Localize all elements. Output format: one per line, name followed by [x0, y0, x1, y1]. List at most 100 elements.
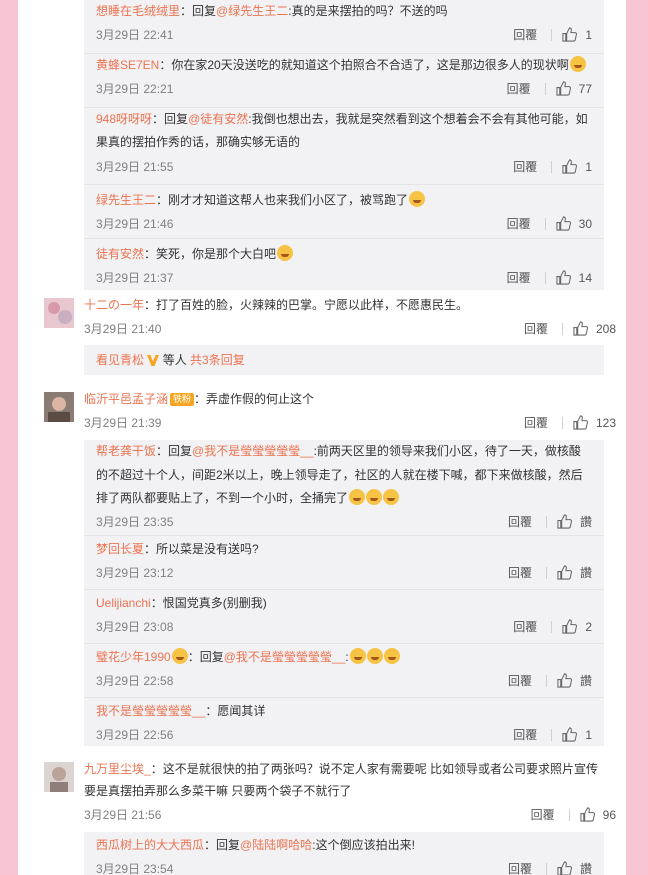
more-replies-mid: 等人 — [159, 353, 191, 367]
divider — [545, 566, 547, 579]
comment: 临沂平邑孟子涵 铁粉 ：弄虚作假的何止这个 3月29日 21:39 回覆 123 — [44, 390, 616, 434]
thumbs-up-icon[interactable] — [557, 565, 572, 580]
reply-button[interactable]: 回覆 — [507, 80, 531, 97]
thumbs-up-icon[interactable] — [557, 861, 572, 875]
thumbs-up-icon[interactable] — [557, 514, 572, 529]
timestamp: 3月29日 23:35 — [96, 515, 174, 529]
reply-button[interactable]: 回覆 — [508, 564, 532, 581]
user-name[interactable]: 绿先生王二 — [96, 193, 156, 207]
divider — [551, 28, 553, 41]
reply-prefix: 回复 — [164, 112, 189, 126]
divider — [561, 416, 563, 429]
like-count: 讚 — [579, 674, 592, 688]
mention-link[interactable]: @徒有安然 — [188, 112, 248, 126]
divider — [544, 217, 546, 230]
user-name[interactable]: 梦回长夏 — [96, 542, 144, 556]
separator: ： — [187, 650, 200, 664]
user-name[interactable]: 黄蜂SE7EN — [96, 58, 159, 72]
user-name[interactable]: 看见青松 — [96, 353, 144, 367]
user-name[interactable]: 我不是瑩瑩瑩瑩瑩__ — [96, 704, 205, 718]
reply-button[interactable]: 回覆 — [507, 215, 531, 232]
separator: ： — [150, 596, 163, 610]
like-count: 96 — [602, 807, 616, 822]
timestamp: 3月29日 22:58 — [96, 674, 174, 688]
thumbs-up-icon[interactable] — [573, 415, 588, 430]
user-name[interactable]: 帮老龚干饭 — [96, 444, 156, 458]
reply-button[interactable]: 回覆 — [524, 320, 548, 337]
user-name[interactable]: 想睡在毛绒绒里 — [96, 4, 180, 18]
reply-prefix: 回复 — [168, 444, 193, 458]
comments-panel: 想睡在毛绒绒里：回复@绿先生王二:真的是来摆拍的吗？不送的吗 3月29日 22:… — [18, 0, 626, 875]
thumbs-up-icon[interactable] — [573, 321, 588, 336]
emoji-face-icon — [569, 56, 586, 72]
thumbs-up-icon[interactable] — [562, 619, 578, 634]
user-name[interactable]: 西瓜树上的大大西瓜 — [96, 838, 204, 852]
like-count: 14 — [578, 270, 592, 285]
thumbs-up-icon[interactable] — [580, 807, 595, 822]
avatar[interactable] — [44, 762, 74, 792]
more-replies-bar[interactable]: 看见青松 等人 共3条回复 — [84, 345, 604, 375]
reply-text: 愿闻其详 — [217, 704, 266, 718]
sub-reply: 948呀呀呀：回复@徒有安然:我倒也想出去，我就是突然看到这个想着会不会有其他可… — [84, 108, 604, 185]
thumbs-up-icon[interactable] — [557, 673, 572, 688]
like-count: 1 — [585, 27, 592, 42]
reply-button[interactable]: 回覆 — [513, 726, 537, 743]
user-name[interactable]: 九万里尘埃_ — [84, 762, 151, 776]
reply-text-cont: 排了两队都要贴上了，不到一个小时，全捅完了 — [96, 491, 349, 505]
separator: ： — [180, 4, 193, 18]
user-name[interactable]: Uelijianchi — [96, 596, 151, 610]
reply-button[interactable]: 回覆 — [507, 269, 531, 286]
like-count: 123 — [595, 415, 616, 430]
comment-text-cont: 要是真摆拍弄那么多菜干嘛 只要两个袋子不就行了 — [84, 784, 352, 798]
mention-link[interactable]: @我不是瑩瑩瑩瑩瑩__ — [224, 650, 346, 664]
user-name[interactable]: 948呀呀呀 — [96, 112, 152, 126]
timestamp: 3月29日 22:41 — [96, 28, 174, 42]
view-more-replies-link[interactable]: 共3条回复 — [190, 353, 245, 367]
mention-link[interactable]: @陆陆啊哈哈 — [240, 838, 312, 852]
avatar[interactable] — [44, 392, 74, 422]
reply-button[interactable]: 回覆 — [524, 414, 548, 431]
user-name[interactable]: 十二の一年 — [84, 298, 144, 312]
timestamp: 3月29日 22:21 — [96, 82, 174, 96]
thumbs-up-icon[interactable] — [562, 27, 578, 42]
thumbs-up-icon[interactable] — [562, 727, 578, 742]
like-count: 77 — [578, 81, 592, 96]
like-count: 2 — [585, 619, 592, 634]
sub-reply: 我不是瑩瑩瑩瑩瑩__：愿闻其详 3月29日 22:56 回覆 1 — [84, 698, 604, 751]
separator: ： — [156, 193, 169, 207]
comment: 九万里尘埃_：这不是就很快的拍了两张吗？说不定人家有需要呢 比如领导或者公司要求… — [44, 758, 616, 824]
reply-text: :我倒也想出去，我就是突然看到这个想着会不会有其他可能，如 — [248, 112, 588, 126]
reply-prefix: 回复 — [199, 650, 224, 664]
thumbs-up-icon[interactable] — [556, 270, 571, 285]
reply-text-cont: 果真的摆拍作秀的话，那确实够无语的 — [96, 135, 301, 149]
reply-button[interactable]: 回覆 — [531, 806, 555, 823]
mention-link[interactable]: @我不是瑩瑩瑩瑩瑩__ — [192, 444, 314, 458]
thumbs-up-icon[interactable] — [562, 159, 578, 174]
separator: ： — [150, 762, 163, 776]
emoji-face-icon — [383, 648, 400, 664]
user-name[interactable]: 徒有安然 — [96, 247, 144, 261]
separator: ： — [152, 112, 165, 126]
thumbs-up-icon[interactable] — [556, 81, 571, 96]
comment-text: 打了百姓的脸，火辣辣的巴掌。宁愿以此样，不愿惠民生。 — [156, 298, 469, 312]
sub-replies-block: 西瓜树上的大大西瓜：回复@陆陆啊哈哈:这个倒应该拍出来! 3月29日 23:54… — [84, 832, 604, 875]
reply-button[interactable]: 回覆 — [513, 26, 537, 43]
reply-button[interactable]: 回覆 — [513, 158, 537, 175]
like-count: 1 — [585, 727, 592, 742]
user-name[interactable]: 璧花少年1990 — [96, 650, 171, 664]
thumbs-up-icon[interactable] — [556, 216, 571, 231]
mention-link[interactable]: @绿先生王二 — [216, 4, 288, 18]
comment-text: 弄虚作假的何止这个 — [206, 392, 315, 406]
avatar[interactable] — [44, 298, 74, 328]
divider — [545, 515, 547, 528]
reply-button[interactable]: 回覆 — [508, 672, 532, 689]
reply-button[interactable]: 回覆 — [508, 513, 532, 530]
timestamp: 3月29日 23:12 — [96, 566, 174, 580]
sub-replies-block: 帮老龚干饭：回复@我不是瑩瑩瑩瑩瑩__:前两天区里的领导来我们小区，待了一天，做… — [84, 440, 604, 746]
reply-button[interactable]: 回覆 — [513, 618, 537, 635]
emoji-face-icon — [171, 648, 188, 664]
vip-v-icon — [147, 355, 160, 366]
user-name[interactable]: 临沂平邑孟子涵 — [84, 392, 168, 406]
reply-button[interactable]: 回覆 — [508, 860, 532, 875]
divider — [545, 674, 547, 687]
